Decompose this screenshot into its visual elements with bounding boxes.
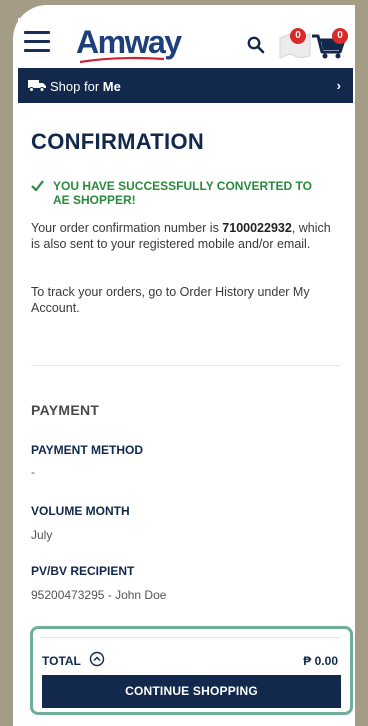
payment-section-title: PAYMENT bbox=[31, 402, 100, 418]
search-icon[interactable] bbox=[247, 36, 265, 54]
order-total-footer: TOTAL ₱ 0.00 CONTINUE SHOPPING bbox=[30, 626, 353, 715]
screen: Amway 0 0 Shop for Me › CONFIRMATION YOU… bbox=[18, 18, 353, 726]
shop-for-prefix: Shop for bbox=[50, 79, 103, 94]
total-label: TOTAL bbox=[42, 654, 81, 668]
checkmark-icon bbox=[31, 180, 44, 191]
shop-for-target: Me bbox=[102, 79, 121, 94]
pv-bv-recipient-value: 95200473295 - John Doe bbox=[31, 588, 167, 602]
chevron-up-circle-icon[interactable] bbox=[89, 651, 105, 667]
shop-for-label: Shop for Me bbox=[50, 79, 121, 94]
total-value: ₱ 0.00 bbox=[303, 654, 338, 668]
wishlist-count-badge: 0 bbox=[290, 28, 306, 44]
success-text: YOU HAVE SUCCESSFULLY CONVERTED TO AE SH… bbox=[53, 179, 312, 207]
phone-frame-edge bbox=[355, 5, 368, 726]
page-title: CONFIRMATION bbox=[31, 129, 205, 154]
order-confirmation-text: Your order confirmation number is 710002… bbox=[31, 220, 331, 252]
volume-month-label: VOLUME MONTH bbox=[31, 504, 130, 518]
cart-count-badge: 0 bbox=[332, 28, 348, 44]
truck-icon bbox=[28, 80, 46, 92]
divider bbox=[31, 365, 341, 366]
footer-divider bbox=[40, 637, 340, 638]
hamburger-menu-icon[interactable] bbox=[24, 31, 50, 53]
order-text-before: Your order confirmation number is bbox=[31, 221, 223, 235]
wishlist-icon[interactable]: 0 bbox=[276, 28, 312, 59]
top-header: Amway 0 0 bbox=[18, 18, 353, 68]
pv-bv-recipient-label: PV/BV RECIPIENT bbox=[31, 564, 135, 578]
continue-shopping-button[interactable]: CONTINUE SHOPPING bbox=[42, 675, 341, 708]
payment-method-value: - bbox=[31, 465, 35, 479]
volume-month-value: July bbox=[31, 528, 53, 542]
order-number: 7100022932 bbox=[222, 221, 292, 235]
track-orders-text: To track your orders, go to Order Histor… bbox=[31, 285, 310, 315]
payment-method-label: PAYMENT METHOD bbox=[31, 443, 144, 457]
logo-swoosh-icon bbox=[79, 56, 165, 64]
chevron-right-icon: › bbox=[336, 78, 341, 93]
shop-for-bar[interactable]: Shop for Me › bbox=[18, 68, 353, 103]
cart-icon[interactable]: 0 bbox=[310, 28, 350, 60]
